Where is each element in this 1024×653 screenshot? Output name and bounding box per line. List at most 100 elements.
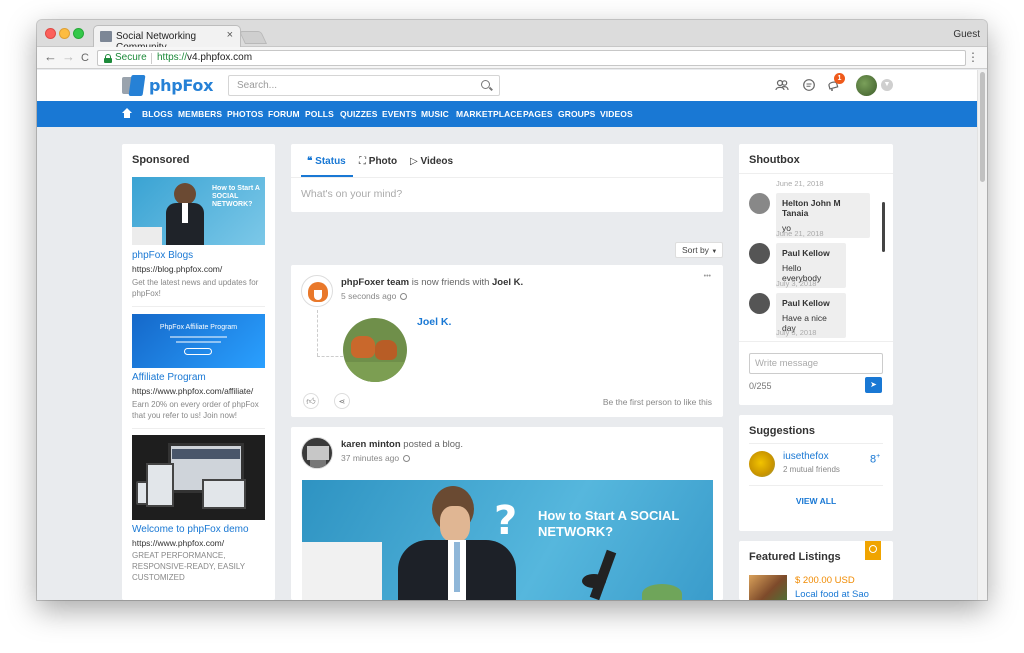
feed-headline: karen minton posted a blog. <box>341 439 463 450</box>
message-author[interactable]: Paul Kellow <box>782 248 840 258</box>
like-icon[interactable]: 👍︎ <box>303 393 319 409</box>
listing-thumbnail[interactable] <box>749 575 787 600</box>
forward-arrow-icon[interactable]: → <box>62 50 75 64</box>
tab-photo[interactable]: ⛶ Photo <box>359 156 397 167</box>
sponsored-image-affiliate[interactable]: PhpFox Affiliate Program <box>132 314 265 368</box>
feed-author[interactable]: phpFoxer team <box>341 277 409 288</box>
featured-title: Featured Listings <box>749 551 841 563</box>
feed-target[interactable]: Joel K. <box>492 277 523 288</box>
page-scrollbar[interactable] <box>977 70 987 600</box>
listing-title[interactable]: Local food at Sao Paulo <box>795 589 885 600</box>
divider <box>739 173 893 174</box>
divider <box>132 306 265 307</box>
tab-status[interactable]: ❝ Status <box>307 156 346 167</box>
sponsored-item-title[interactable]: Affiliate Program <box>132 372 206 383</box>
suggestion-name[interactable]: iusethefox <box>783 451 829 462</box>
feed-time-text: 37 minutes ago <box>341 453 400 463</box>
tab-close-icon[interactable]: × <box>227 29 233 41</box>
url-text: https://v4.phpfox.com <box>157 52 252 63</box>
author-avatar[interactable] <box>301 275 333 307</box>
friend-name-link[interactable]: Joel K. <box>417 316 451 328</box>
close-window-button[interactable] <box>45 28 56 39</box>
message-avatar[interactable] <box>749 293 770 314</box>
search-input[interactable]: Search... <box>228 75 500 96</box>
message-input[interactable]: Write message <box>749 353 883 374</box>
view-all-link[interactable]: VIEW ALL <box>739 496 893 506</box>
browser-tab[interactable]: Social Networking Community × <box>93 25 241 53</box>
page: phpFox Search... 1 ▼ BLOGS MEMBERS PHOTO… <box>37 70 987 600</box>
divider <box>132 428 265 429</box>
globe-icon <box>400 293 408 300</box>
logo-icon[interactable] <box>122 75 146 96</box>
video-icon: ▷ <box>410 156 421 167</box>
scrollbar-thumb[interactable] <box>980 72 985 182</box>
send-icon[interactable]: ➤ <box>865 377 882 393</box>
nav-quizzes[interactable]: QUIZZES <box>340 109 378 119</box>
sponsored-item-title[interactable]: phpFox Blogs <box>132 250 193 261</box>
more-options-icon[interactable]: ••• <box>704 273 711 280</box>
new-tab-button[interactable] <box>238 31 268 44</box>
profile-label[interactable]: Guest <box>953 29 980 40</box>
like-summary: Be the first person to like this <box>602 397 712 407</box>
back-arrow-icon[interactable]: ← <box>44 50 57 64</box>
nav-marketplace[interactable]: MARKETPLACE <box>456 109 522 119</box>
nav-forum[interactable]: FORUM <box>268 109 300 119</box>
sponsored-item-url: https://www.phpfox.com/affiliate/ <box>132 386 254 396</box>
search-icon[interactable] <box>481 80 493 92</box>
home-icon[interactable] <box>122 108 132 119</box>
message-author[interactable]: Paul Kellow <box>782 298 840 308</box>
message-author[interactable]: Helton John M Tanaia <box>782 198 864 218</box>
sort-by-button[interactable]: Sort by ▼ <box>675 242 723 258</box>
logo-text[interactable]: phpFox <box>149 76 213 95</box>
nav-music[interactable]: MUSIC <box>421 109 449 119</box>
nav-blogs[interactable]: BLOGS <box>142 109 173 119</box>
address-bar[interactable]: Secure https://v4.phpfox.com <box>97 50 966 66</box>
friend-photo[interactable] <box>343 318 407 382</box>
featured-listings-card: Featured Listings $ 200.00 USD Local foo… <box>739 541 893 600</box>
message-date: July 3, 2018 <box>776 328 817 337</box>
browser-menu-icon[interactable]: ⋮ <box>967 50 979 64</box>
sponsored-item-title[interactable]: Welcome to phpFox demo <box>132 524 249 535</box>
search-placeholder: Search... <box>237 80 278 91</box>
browser-titlebar: Social Networking Community × Guest <box>37 20 987 53</box>
sponsored-image-blog[interactable]: How to Start A SOCIAL NETWORK? <box>132 177 265 245</box>
tab-photo-label: Photo <box>368 156 398 167</box>
nav-groups[interactable]: GROUPS <box>558 109 595 119</box>
shoutbox-scrollbar[interactable] <box>882 202 885 252</box>
nav-members[interactable]: MEMBERS <box>178 109 222 119</box>
message-avatar[interactable] <box>749 193 770 214</box>
chat-icon[interactable] <box>802 78 816 92</box>
message-avatar[interactable] <box>749 243 770 264</box>
shoutbox-card: Shoutbox June 21, 2018 Helton John M Tan… <box>739 144 893 405</box>
maximize-window-button[interactable] <box>73 28 84 39</box>
nav-polls[interactable]: POLLS <box>305 109 334 119</box>
friends-icon[interactable] <box>775 78 789 92</box>
feed-time: 5 seconds ago <box>341 291 408 301</box>
suggestions-title: Suggestions <box>749 425 816 437</box>
feed-item-friendship: phpFoxer team is now friends with Joel K… <box>291 265 723 417</box>
add-friend-icon[interactable]: 8+ <box>870 453 880 466</box>
feed-author[interactable]: karen minton <box>341 439 401 450</box>
connector-line <box>317 356 343 357</box>
minimize-window-button[interactable] <box>59 28 70 39</box>
photo-icon: ⛶ <box>359 156 369 167</box>
share-icon[interactable]: ⋖ <box>334 393 350 409</box>
reload-icon[interactable]: C <box>81 51 89 65</box>
user-avatar[interactable] <box>856 75 877 96</box>
blog-cover-caption: How to Start A SOCIAL NETWORK? <box>538 508 680 539</box>
suggestion-avatar[interactable] <box>749 451 775 477</box>
sponsored-image-demo[interactable] <box>132 435 265 520</box>
nav-pages[interactable]: PAGES <box>523 109 553 119</box>
nav-photos[interactable]: PHOTOS <box>227 109 263 119</box>
tab-videos[interactable]: ▷ Videos <box>410 156 453 167</box>
status-input[interactable]: What's on your mind? <box>301 188 402 200</box>
tab-status-label: Status <box>315 156 346 167</box>
url-host: v4.phpfox.com <box>187 52 253 63</box>
feed-action: posted a blog. <box>403 439 463 450</box>
nav-events[interactable]: EVENTS <box>382 109 417 119</box>
chevron-down-icon[interactable]: ▼ <box>881 79 893 91</box>
nav-videos[interactable]: VIDEOS <box>600 109 633 119</box>
divider <box>749 443 883 444</box>
author-avatar[interactable] <box>301 437 333 469</box>
blog-cover-image[interactable]: ? How to Start A SOCIAL NETWORK? <box>302 480 713 600</box>
